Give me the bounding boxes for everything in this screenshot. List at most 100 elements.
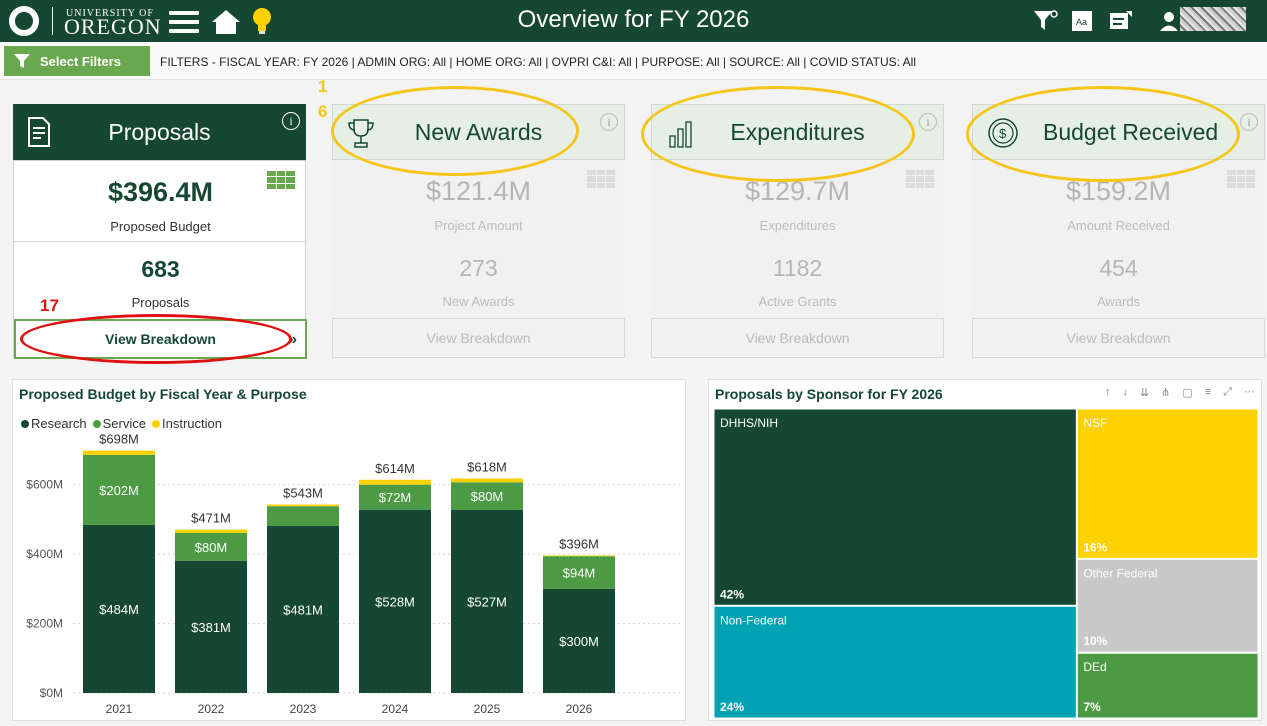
bar-total-label: $618M (467, 459, 507, 474)
treemap-cell-nsf[interactable] (1076, 408, 1259, 559)
budget-received-card-header[interactable]: $ Budget Received i (972, 104, 1265, 160)
view-breakdown-button[interactable]: View Breakdown (972, 318, 1265, 358)
treemap-chart: DHHS/NIH 42% Non-Federal 24% NSF 16% Other Fed… (713, 408, 1259, 719)
new-awards-card: New Awards i $121.4M Project Amount 273 … (332, 104, 625, 358)
top-bar: UNIVERSITY OF OREGON Overview for FY 202… (0, 0, 1267, 42)
treemap-cell-dhhs-nih[interactable] (713, 408, 1077, 606)
proposals-title: Proposals (108, 118, 211, 145)
y-tick-label: $400M (26, 547, 63, 561)
x-tick-label: 2021 (106, 702, 133, 716)
project-amount-value: $121.4M (425, 176, 532, 206)
filter-summary: FILTERS - FISCAL YEAR: FY 2026 | ADMIN O… (160, 55, 916, 69)
treemap-percent: 10% (1083, 634, 1107, 648)
bar-data-label: $527M (467, 595, 507, 610)
view-breakdown-label: View Breakdown (745, 330, 850, 346)
dollar-coin-icon: $ (988, 118, 1018, 148)
view-breakdown-label: View Breakdown (104, 331, 216, 347)
proposals-card: Proposals i $396.4M Proposed Budget 683 … (13, 104, 307, 359)
double-chevron-right-icon: » (288, 331, 297, 348)
logo-divider (52, 7, 53, 35)
svg-text:$: $ (999, 126, 1007, 141)
info-icon[interactable]: i (919, 113, 937, 131)
project-amount-label: Project Amount (434, 218, 523, 233)
bar-segment-instruction[interactable] (267, 504, 339, 507)
svg-text:Aa: Aa (1076, 17, 1087, 27)
feedback-icon[interactable] (1108, 9, 1134, 33)
bar-segment-instruction[interactable] (543, 555, 615, 557)
proposals-card-header[interactable]: Proposals i (13, 104, 306, 160)
view-breakdown-button[interactable]: View Breakdown » (14, 319, 307, 359)
new-awards-card-header[interactable]: New Awards i (332, 104, 625, 160)
new-awards-card-body: $121.4M Project Amount 273 New Awards Vi… (332, 160, 625, 358)
info-icon[interactable]: i (600, 113, 618, 131)
annotation-number: 1 (318, 77, 328, 96)
text-size-icon[interactable]: Aa (1070, 9, 1094, 33)
trophy-icon (348, 119, 374, 148)
budget-received-title: Budget Received (1043, 118, 1219, 145)
bar-chart-icon (669, 121, 692, 148)
new-awards-count-value: 273 (459, 255, 498, 281)
info-icon[interactable]: i (282, 112, 300, 130)
filter-bar: Select Filters FILTERS - FISCAL YEAR: FY… (0, 42, 1267, 80)
treemap-label: DEd (1083, 660, 1106, 674)
bar-data-label: $528M (375, 594, 415, 609)
y-tick-label: $200M (26, 617, 63, 631)
bar-data-label: $381M (191, 620, 231, 635)
bar-data-label: $94M (563, 566, 596, 581)
bar-data-label: $484M (99, 602, 139, 617)
amount-received-label: Amount Received (1067, 218, 1170, 233)
x-tick-label: 2023 (290, 702, 317, 716)
lightbulb-icon[interactable] (250, 6, 274, 36)
x-tick-label: 2025 (474, 702, 501, 716)
sponsor-treemap-panel: Proposals by Sponsor for FY 2026 ↑ ↓ ⇊ ⋔… (708, 379, 1262, 721)
view-breakdown-button[interactable]: View Breakdown (651, 318, 944, 358)
active-grants-label: Active Grants (758, 294, 837, 309)
stacked-bar-chart: $0M $200M $400M $600M $484M $202M $698M 2021 $38… (26, 432, 681, 716)
bar-segment-service[interactable] (267, 506, 339, 526)
proposals-count-value: 683 (141, 256, 180, 282)
bar-segment-instruction[interactable] (359, 479, 431, 485)
bar-data-label: $80M (195, 540, 228, 555)
filter-icon (14, 54, 30, 68)
select-filters-button[interactable]: Select Filters (4, 46, 150, 76)
bar-data-label: $80M (471, 489, 504, 504)
select-filters-label: Select Filters (40, 53, 121, 69)
expenditures-card-header[interactable]: Expenditures i (651, 104, 944, 160)
bar-total-label: $396M (559, 537, 599, 552)
expenditures-card: Expenditures i $129.7M Expenditures 1182… (651, 104, 944, 358)
bar-total-label: $543M (283, 485, 323, 500)
bar-segment-instruction[interactable] (175, 529, 247, 533)
y-tick-label: $0M (40, 686, 63, 700)
info-icon[interactable]: i (1240, 113, 1258, 131)
new-awards-title: New Awards (414, 118, 543, 145)
expenditures-label: Expenditures (759, 218, 836, 233)
treemap-label: DHHS/NIH (720, 416, 778, 430)
proposals-card-body: $396.4M Proposed Budget 683 Proposals Vi… (13, 160, 307, 359)
bar-segment-instruction[interactable] (83, 450, 155, 455)
user-icon[interactable] (1158, 10, 1180, 32)
bar-segment-instruction[interactable] (451, 478, 523, 483)
bar-total-label: $471M (191, 510, 231, 525)
user-avatar[interactable] (1180, 7, 1246, 31)
treemap-label: Other Federal (1083, 566, 1157, 580)
budget-received-card-body: $159.2M Amount Received 454 Awards View … (972, 160, 1265, 358)
home-icon[interactable] (211, 9, 241, 35)
annotation-number: 17 (40, 296, 59, 315)
oregon-o-logo[interactable] (9, 6, 39, 36)
expenditures-card-body: $129.7M Expenditures 1182 Active Grants … (651, 160, 944, 358)
expenditures-value: $129.7M (744, 176, 851, 206)
menu-icon[interactable] (169, 11, 199, 33)
treemap-percent: 42% (720, 587, 744, 601)
filter-clear-icon[interactable] (1032, 9, 1058, 33)
x-tick-label: 2024 (382, 702, 409, 716)
view-breakdown-label: View Breakdown (1066, 330, 1171, 346)
view-breakdown-label: View Breakdown (426, 330, 531, 346)
divider (14, 241, 307, 242)
treemap-label: NSF (1083, 416, 1107, 430)
x-tick-label: 2026 (566, 702, 593, 716)
proposed-budget-label: Proposed Budget (110, 219, 211, 234)
x-tick-label: 2022 (198, 702, 225, 716)
bar-total-label: $614M (375, 461, 415, 476)
treemap-percent: 7% (1083, 700, 1101, 714)
view-breakdown-button[interactable]: View Breakdown (332, 318, 625, 358)
